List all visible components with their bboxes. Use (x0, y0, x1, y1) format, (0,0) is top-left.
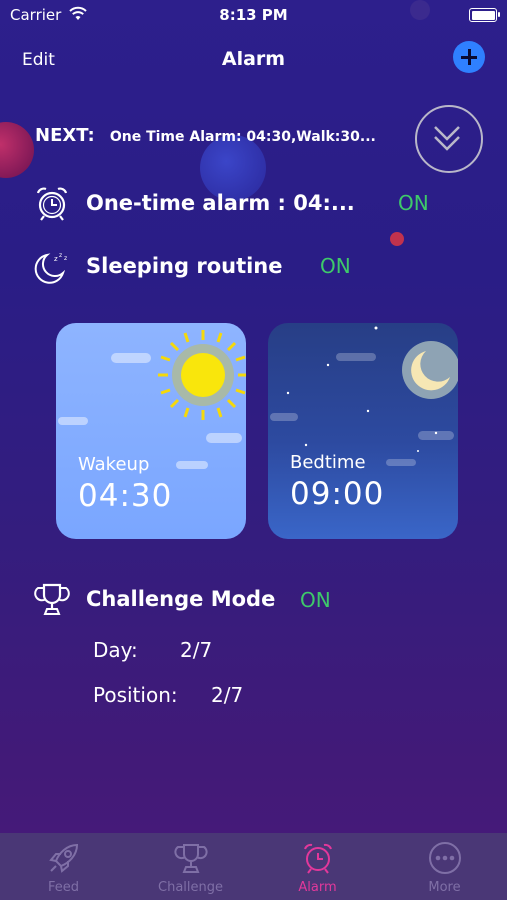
day-label: Day: (93, 638, 138, 662)
add-alarm-button[interactable] (453, 41, 485, 73)
sleeping-routine-label: Sleeping routine (86, 254, 283, 278)
one-time-alarm-status[interactable]: ON (398, 191, 429, 215)
tab-challenge[interactable]: Challenge (127, 833, 254, 900)
day-value: 2/7 (180, 638, 213, 662)
one-time-alarm-label: One-time alarm : 04:... (86, 191, 355, 215)
planet-decoration (390, 232, 404, 246)
nav-bar: Edit Alarm (0, 40, 507, 78)
tab-bar: Feed Challenge Alarm More (0, 833, 507, 900)
challenge-mode-status[interactable]: ON (300, 588, 331, 612)
next-alarm-text: One Time Alarm: 04:30,Walk:30... (109, 129, 376, 145)
tab-feed-label: Feed (47, 880, 79, 895)
one-time-alarm-row[interactable]: One-time alarm : 04:... (33, 184, 355, 222)
tab-more-label: More (428, 880, 461, 895)
tab-feed[interactable]: Feed (0, 833, 127, 900)
svg-text:z: z (54, 255, 58, 263)
alarm-screen: Carrier 8:13 PM Edit Alarm NEXT: One Tim… (0, 0, 507, 900)
position-label: Position: (93, 683, 178, 707)
status-time: 8:13 PM (219, 6, 288, 24)
cloud-decoration (176, 461, 208, 469)
position-value: 2/7 (211, 683, 244, 707)
trophy-icon (174, 844, 208, 873)
alarm-clock-icon (304, 843, 332, 874)
svg-text:z: z (64, 255, 67, 262)
cloud-decoration (111, 353, 151, 363)
bedtime-card[interactable]: Bedtime 09:00 (268, 323, 458, 539)
wakeup-card[interactable]: Wakeup 04:30 (56, 323, 246, 539)
svg-text:z: z (59, 252, 62, 259)
rocket-icon (49, 843, 79, 873)
bedtime-title: Bedtime (290, 452, 366, 473)
cloud-decoration (58, 417, 88, 425)
tab-more[interactable]: More (381, 833, 507, 900)
status-bar: Carrier 8:13 PM (0, 0, 507, 30)
next-alarm-row: NEXT: One Time Alarm: 04:30,Walk:30... (35, 125, 395, 146)
more-icon (429, 842, 461, 874)
wakeup-time: 04:30 (78, 478, 173, 514)
trophy-icon (34, 583, 70, 615)
sleeping-routine-row[interactable]: z z z Sleeping routine (33, 247, 283, 285)
tab-challenge-label: Challenge (158, 880, 223, 895)
bedtime-time: 09:00 (290, 476, 385, 512)
day-info: Day: 2/7 (93, 638, 212, 662)
tab-alarm[interactable]: Alarm (254, 833, 381, 900)
tab-alarm-label: Alarm (298, 880, 337, 895)
challenge-mode-label: Challenge Mode (86, 587, 276, 611)
wakeup-title: Wakeup (78, 454, 150, 475)
position-info: Position: 2/7 (93, 683, 243, 707)
battery-icon (469, 8, 500, 22)
page-title: Alarm (221, 48, 286, 70)
moon-icon (402, 341, 458, 399)
planet-decoration (0, 122, 34, 178)
double-chevron-down-icon (434, 126, 460, 151)
sun-icon (158, 330, 246, 420)
alarm-clock-icon (36, 187, 68, 221)
moon-zzz-icon: z z z (34, 252, 67, 284)
next-label: NEXT: (35, 125, 95, 146)
cloud-decoration (206, 433, 242, 443)
sleeping-routine-status[interactable]: ON (320, 254, 351, 278)
collapse-button[interactable] (415, 105, 483, 173)
challenge-mode-row[interactable]: Challenge Mode (33, 580, 275, 618)
